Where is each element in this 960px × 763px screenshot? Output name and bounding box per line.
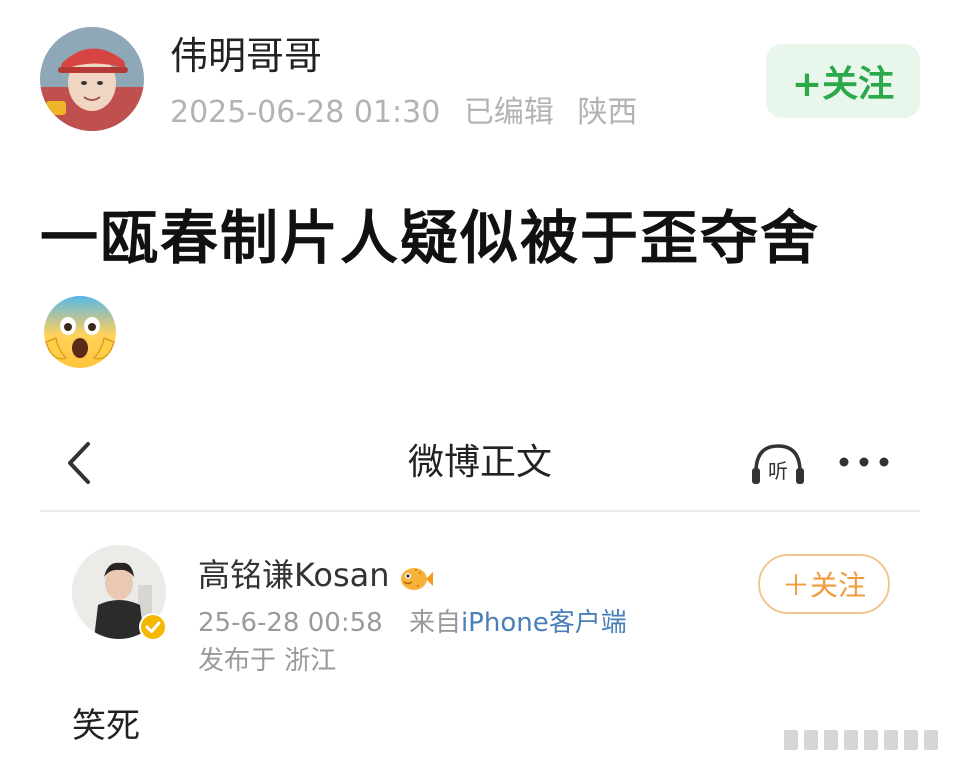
author-avatar-image (40, 27, 144, 131)
page-title: 微博正文 (407, 442, 552, 483)
embedded-author-row: 高铭谦Kosan (198, 552, 434, 598)
author-avatar[interactable] (40, 27, 144, 131)
edited-label: 已编辑 (463, 95, 554, 130)
watermark-logo (780, 724, 950, 756)
ellipsis-icon[interactable] (836, 448, 892, 476)
embedded-post-time: 25-6-28 00:58 (198, 608, 383, 638)
headphones-listen-icon[interactable]: 听 (748, 440, 808, 488)
post-location: 陕西 (577, 95, 638, 130)
author-name[interactable]: 伟明哥哥 (170, 30, 322, 82)
post-headline: 一瓯春制片人疑似被于歪夺舍 (40, 204, 821, 272)
nav-divider (40, 510, 920, 512)
follow-button[interactable]: +关注 (766, 44, 920, 118)
post-meta: 2025-06-28 01:30 已编辑 陕西 (170, 92, 651, 134)
verified-badge-icon (138, 612, 168, 642)
fearful-face-emoji-icon (40, 292, 120, 372)
post-timestamp: 2025-06-28 01:30 (170, 95, 441, 130)
source-client-link[interactable]: iPhone客户端 (461, 608, 627, 638)
chevron-left-icon[interactable] (60, 440, 100, 486)
embedded-post-location: 发布于 浙江 (198, 646, 337, 676)
embedded-follow-button[interactable]: ＋关注 (758, 554, 890, 614)
embedded-author-name[interactable]: 高铭谦Kosan (198, 552, 390, 598)
embedded-post-meta: 25-6-28 00:58 来自iPhone客户端 (198, 604, 627, 642)
listen-label: 听 (768, 459, 788, 483)
source-prefix: 来自 (408, 608, 461, 638)
embedded-post-body: 笑死 (72, 706, 140, 746)
pufferfish-icon (396, 560, 434, 590)
